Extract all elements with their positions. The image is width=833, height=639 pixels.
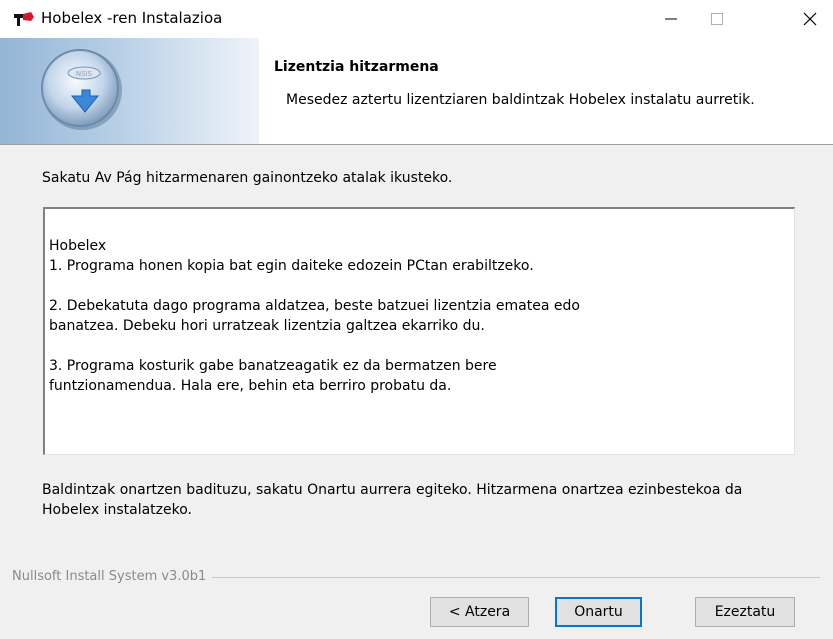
minimize-button[interactable] <box>648 0 694 38</box>
instruction-text: Sakatu Av Pág hitzarmenaren gainontzeko … <box>42 170 453 186</box>
license-line: 2. Debekatuta dago programa aldatzea, be… <box>49 298 580 314</box>
license-line: 1. Programa honen kopia bat egin daiteke… <box>49 258 534 274</box>
accept-button[interactable]: Onartu <box>555 597 642 627</box>
app-icon <box>14 12 34 26</box>
header-banner: NSIS <box>0 38 259 144</box>
maximize-icon <box>711 13 723 25</box>
minimize-icon <box>665 18 677 20</box>
maximize-button[interactable] <box>694 0 740 38</box>
window-title: Hobelex -ren Instalazioa <box>41 9 223 27</box>
license-blank-line <box>49 276 794 296</box>
license-line: funtzionamendua. Hala ere, behin eta ber… <box>49 378 452 394</box>
license-line: Hobelex <box>49 238 107 254</box>
license-text-box[interactable]: Hobelex 1. Programa honen kopia bat egin… <box>43 207 795 455</box>
license-line: banatzea. Debeku hori urratzeak lizentzi… <box>49 318 485 334</box>
accept-instruction: Baldintzak onartzen badituzu, sakatu Ona… <box>42 482 743 518</box>
header-title: Lizentzia hitzarmena <box>274 59 439 75</box>
branding-line: Nullsoft Install System v3.0b1 <box>12 569 820 584</box>
wizard-header: NSIS Lizentzia hitzarmena Mesedez aztert… <box>0 38 833 145</box>
svg-text:NSIS: NSIS <box>76 70 93 78</box>
title-bar: Hobelex -ren Instalazioa <box>0 0 833 38</box>
license-blank-line <box>49 336 794 356</box>
license-line: 3. Programa kosturik gabe banatzeagatik … <box>49 358 497 374</box>
header-subtitle: Mesedez aztertu lizentziaren baldintzak … <box>286 92 755 108</box>
cancel-button[interactable]: Ezeztatu <box>695 597 795 627</box>
installer-disc-icon: NSIS <box>41 49 122 130</box>
close-button[interactable] <box>787 0 833 38</box>
back-button[interactable]: < Atzera <box>430 597 529 627</box>
branding-text: Nullsoft Install System v3.0b1 <box>12 569 213 584</box>
close-icon <box>803 12 817 26</box>
